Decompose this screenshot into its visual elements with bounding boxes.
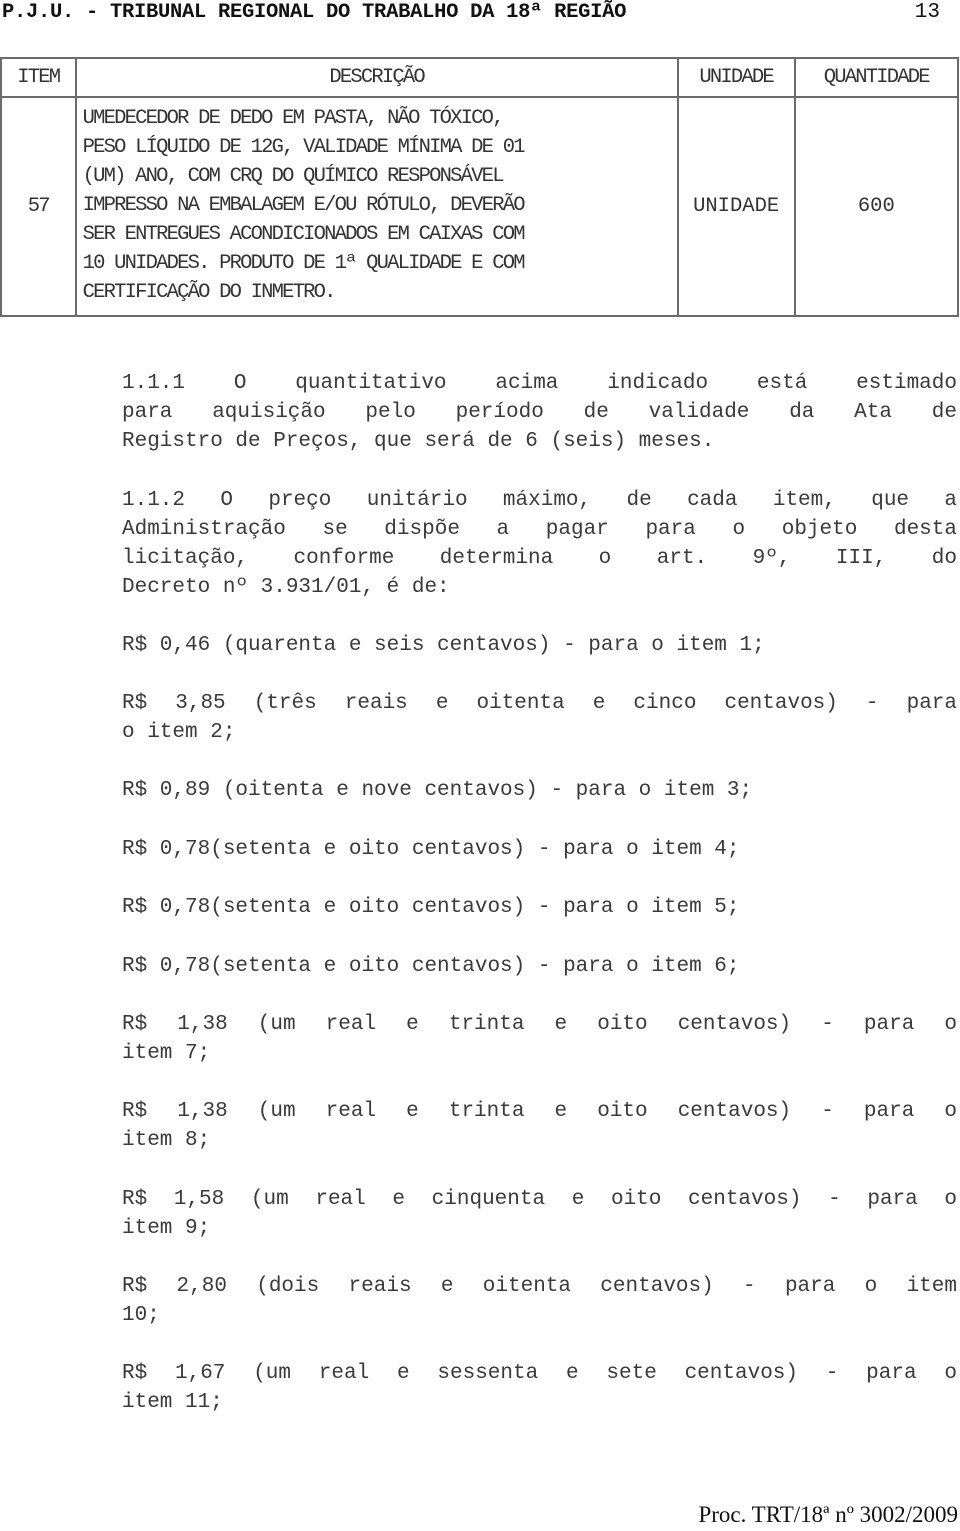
price-line: R$ 2,80 (dois reais e oitenta centavos) …	[122, 1275, 957, 1298]
description-line: (UM) ANO, COM CRQ DO QUÍMICO RESPONSÁVEL	[82, 165, 505, 188]
item-description-cell: UMEDECEDOR DE DEDO EM PASTA, NÃO TÓXICO,…	[74, 96, 679, 317]
price-line: R$ 1,38 (um real e trinta e oito centavo…	[122, 1100, 957, 1123]
price-line: R$ 0,78(setenta e oito centavos) - para …	[122, 896, 740, 919]
price-item-11: R$ 1,67 (um real e sessenta e sete centa…	[122, 1359, 957, 1417]
column-header-description: DESCRIÇÃO	[74, 57, 679, 98]
column-header-quantity: QUANTIDADE	[793, 57, 960, 98]
price-item-9: R$ 1,58 (um real e cinquenta e oito cent…	[122, 1185, 957, 1243]
document-title: P.J.U. - TRIBUNAL REGIONAL DO TRABALHO D…	[2, 1, 627, 24]
price-line: R$ 0,78(setenta e oito centavos) - para …	[122, 955, 740, 978]
page-header: P.J.U. - TRIBUNAL REGIONAL DO TRABALHO D…	[0, 0, 960, 28]
description-line: IMPRESSO NA EMBALAGEM E/OU RÓTULO, DEVER…	[82, 194, 526, 217]
price-line: R$ 1,58 (um real e cinquenta e oito cent…	[122, 1188, 957, 1211]
price-line: R$ 1,38 (um real e trinta e oito centavo…	[122, 1013, 957, 1036]
process-number-footer: Proc. TRT/18ª nº 3002/2009	[698, 1502, 958, 1527]
price-line: item 8;	[122, 1129, 211, 1152]
price-item-1: R$ 0,46 (quarenta e seis centavos) - par…	[122, 631, 957, 660]
price-item-2: R$ 3,85 (três reais e oitenta e cinco ce…	[122, 689, 957, 747]
description-line: UMEDECEDOR DE DEDO EM PASTA, NÃO TÓXICO,	[82, 107, 505, 130]
clause-line: Administração se dispõe a pagar para o o…	[122, 518, 957, 541]
clause-line: licitação, conforme determina o art. 9º,…	[122, 547, 957, 570]
description-line: CERTIFICAÇÃO DO INMETRO.	[82, 281, 337, 304]
table-row: 57 UMEDECEDOR DE DEDO EM PASTA, NÃO TÓXI…	[0, 96, 960, 317]
item-quantity-cell: 600	[793, 96, 960, 317]
column-header-item: ITEM	[0, 57, 77, 98]
price-line: o item 2;	[122, 721, 236, 744]
item-number-cell: 57	[0, 96, 77, 317]
price-line: item 9;	[122, 1217, 211, 1240]
description-line: SER ENTREGUES ACONDICIONADOS EM CAIXAS C…	[82, 223, 526, 246]
price-line: R$ 0,89 (oitenta e nove centavos) - para…	[122, 779, 753, 802]
clause-line: Registro de Preços, que será de 6 (seis)…	[122, 430, 715, 453]
price-item-4: R$ 0,78(setenta e oito centavos) - para …	[122, 835, 957, 864]
clause-1-1-2: 1.1.2 O preço unitário máximo, de cada i…	[122, 486, 957, 602]
price-line: item 11;	[122, 1391, 223, 1414]
clause-line: 1.1.2 O preço unitário máximo, de cada i…	[122, 489, 957, 512]
price-line: R$ 0,46 (quarenta e seis centavos) - par…	[122, 634, 765, 657]
clause-1-1-1: 1.1.1 O quantitativo acima indicado está…	[122, 369, 957, 456]
price-item-3: R$ 0,89 (oitenta e nove centavos) - para…	[122, 776, 957, 805]
table-header-row: ITEM DESCRIÇÃO UNIDADE QUANTIDADE	[0, 57, 960, 98]
price-line: R$ 1,67 (um real e sessenta e sete centa…	[122, 1362, 957, 1385]
clause-line: 1.1.1 O quantitativo acima indicado está…	[122, 372, 957, 395]
page-number: 13	[914, 1, 940, 24]
description-line: 10 UNIDADES. PRODUTO DE 1ª QUALIDADE E C…	[82, 252, 526, 275]
description-line: PESO LÍQUIDO DE 12G, VALIDADE MÍNIMA DE …	[82, 136, 526, 159]
price-line: R$ 0,78(setenta e oito centavos) - para …	[122, 838, 740, 861]
price-item-6: R$ 0,78(setenta e oito centavos) - para …	[122, 952, 957, 981]
price-item-7: R$ 1,38 (um real e trinta e oito centavo…	[122, 1010, 957, 1068]
price-item-10: R$ 2,80 (dois reais e oitenta centavos) …	[122, 1272, 957, 1330]
items-table: ITEM DESCRIÇÃO UNIDADE QUANTIDADE 57 UME…	[0, 57, 960, 317]
price-item-5: R$ 0,78(setenta e oito centavos) - para …	[122, 893, 957, 922]
price-line: item 7;	[122, 1042, 211, 1065]
price-line: R$ 3,85 (três reais e oitenta e cinco ce…	[122, 692, 957, 715]
clause-line: para aquisição pelo período de validade …	[122, 401, 957, 424]
clause-line: Decreto nº 3.931/01, é de:	[122, 576, 450, 599]
column-header-unit: UNIDADE	[676, 57, 796, 98]
price-item-8: R$ 1,38 (um real e trinta e oito centavo…	[122, 1097, 957, 1155]
price-line: 10;	[122, 1304, 160, 1327]
item-unit-cell: UNIDADE	[676, 96, 796, 317]
